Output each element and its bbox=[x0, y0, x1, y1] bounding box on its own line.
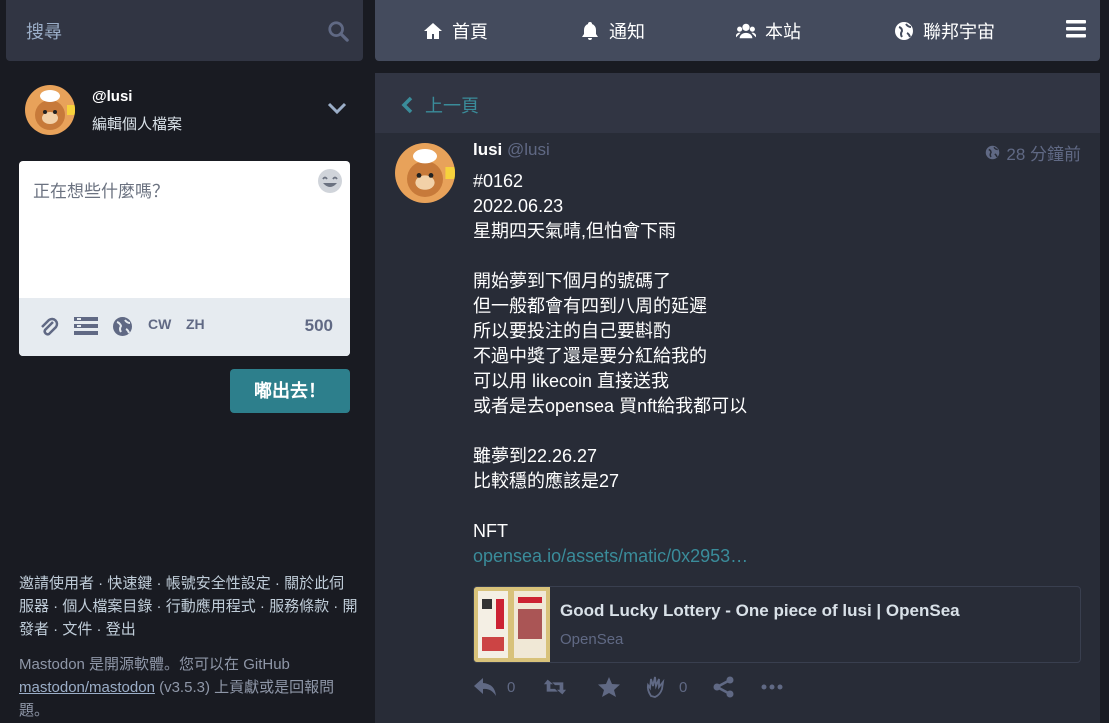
about-prefix: Mastodon 是開源軟體。您可以在 GitHub bbox=[19, 656, 290, 673]
link-invite[interactable]: 邀請使用者 bbox=[19, 575, 94, 592]
boost-button[interactable] bbox=[543, 676, 567, 698]
tabs-bar: 首頁 通知 本站 聯邦宇宙 bbox=[375, 0, 1100, 61]
language-button[interactable]: ZH bbox=[186, 316, 205, 332]
navigation-bar: @lusi 編輯個人檔案 bbox=[25, 85, 355, 137]
paragraph: 開始夢到下個月的號碼了 但一般都會有四到八周的延遲 所以要投注的自己要斟酌 不過… bbox=[473, 269, 1083, 419]
globe-icon bbox=[895, 22, 913, 40]
time-label: 28 分鐘前 bbox=[1006, 145, 1081, 164]
link-docs[interactable]: 文件 bbox=[62, 621, 92, 638]
text-line: 但一般都會有四到八周的延遲 bbox=[473, 296, 707, 316]
card-site: OpenSea bbox=[560, 631, 624, 648]
tab-notifications-label: 通知 bbox=[609, 22, 645, 42]
text-line: 或者是去opensea 買nft給我都可以 bbox=[473, 396, 748, 416]
text-line: #0162 bbox=[473, 171, 524, 191]
text-line: NFT bbox=[473, 521, 508, 541]
text-line: 比較穩的應該是27 bbox=[473, 471, 620, 491]
back-label: 上一頁 bbox=[425, 96, 479, 116]
post-timestamp[interactable]: 28 分鐘前 bbox=[985, 140, 1081, 165]
content-warning-button[interactable]: CW bbox=[148, 316, 171, 332]
tab-notifications[interactable]: 通知 bbox=[580, 18, 645, 44]
reply-count: 0 bbox=[507, 678, 516, 696]
paragraph: 雖夢到22.26.27 比較穩的應該是27 bbox=[473, 444, 1083, 494]
poll-icon[interactable] bbox=[74, 317, 98, 335]
repo-link[interactable]: mastodon/mastodon bbox=[19, 679, 155, 696]
publish-button[interactable]: 嘟出去！ bbox=[230, 369, 350, 413]
emoji-reaction-count: 0 bbox=[679, 678, 688, 696]
link-logout[interactable]: 登出 bbox=[106, 621, 136, 638]
text-line: 所以要投注的自己要斟酌 bbox=[473, 321, 671, 341]
card-title: Good Lucky Lottery - One piece of lusi |… bbox=[560, 601, 960, 620]
post-avatar[interactable] bbox=[395, 143, 455, 203]
column-header: 上一頁 bbox=[375, 73, 1100, 133]
back-button[interactable]: 上一頁 bbox=[401, 92, 479, 118]
chevron-left-icon bbox=[401, 96, 413, 114]
footer-about: Mastodon 是開源軟體。您可以在 GitHub mastodon/mast… bbox=[19, 653, 359, 722]
link-apps[interactable]: 行動應用程式 bbox=[166, 598, 256, 615]
character-counter: 500 bbox=[304, 316, 333, 335]
link-terms[interactable]: 服務條款 bbox=[269, 598, 329, 615]
text-line: 可以用 likecoin 直接送我 bbox=[473, 371, 670, 391]
compose-textarea[interactable]: 正在想些什麼嗎？ bbox=[33, 177, 169, 202]
text-line: 不過中獎了還是要分紅給我的 bbox=[473, 346, 707, 366]
display-name[interactable]: lusi bbox=[473, 140, 502, 160]
text-line: 雖夢到22.26.27 bbox=[473, 446, 598, 466]
home-icon bbox=[424, 23, 442, 39]
paperclip-icon[interactable] bbox=[39, 316, 59, 338]
status-content: #0162 2022.06.23 星期四天氣晴,但怕會下雨 開始夢到下個月的號碼… bbox=[473, 169, 1083, 594]
tab-local[interactable]: 本站 bbox=[736, 18, 801, 44]
hand-icon bbox=[646, 676, 665, 698]
link-hotkeys[interactable]: 快速鍵 bbox=[107, 575, 152, 592]
tab-local-label: 本站 bbox=[765, 22, 801, 42]
card-thumbnail bbox=[474, 587, 550, 662]
compose-form: 正在想些什麼嗎？ CW ZH 500 bbox=[19, 161, 350, 356]
reply-icon bbox=[474, 678, 496, 696]
edit-profile-link[interactable]: 編輯個人檔案 bbox=[92, 113, 182, 134]
more-button[interactable] bbox=[760, 676, 784, 698]
account-handle[interactable]: @lusi bbox=[92, 88, 132, 105]
globe-icon bbox=[986, 145, 1000, 160]
tab-federated-label: 聯邦宇宙 bbox=[923, 22, 995, 42]
boost-icon bbox=[543, 679, 567, 695]
paragraph: NFT opensea.io/assets/matic/0x2953… bbox=[473, 519, 1083, 569]
text-line: 開始夢到下個月的號碼了 bbox=[473, 271, 671, 291]
reply-button[interactable]: 0 bbox=[473, 676, 515, 698]
status-detail-column: 上一頁 lusi @lusi 28 分鐘前 #0162 2022.06.23 星… bbox=[375, 73, 1100, 723]
action-bar: 0 0 bbox=[473, 676, 803, 700]
users-icon bbox=[736, 23, 756, 39]
hamburger-icon[interactable] bbox=[1066, 20, 1086, 38]
emoji-picker-icon[interactable] bbox=[316, 167, 344, 195]
globe-icon[interactable] bbox=[112, 316, 133, 337]
avatar[interactable] bbox=[25, 85, 75, 135]
ellipsis-icon bbox=[761, 684, 783, 690]
tab-federated[interactable]: 聯邦宇宙 bbox=[894, 18, 995, 44]
star-icon bbox=[598, 677, 620, 697]
favourite-button[interactable] bbox=[597, 676, 621, 698]
text-line: 星期四天氣晴,但怕會下雨 bbox=[473, 221, 676, 241]
link-directory[interactable]: 個人檔案目錄 bbox=[62, 598, 152, 615]
footer-links: 邀請使用者 · 快速鍵 · 帳號安全性設定 · 關於此伺服器 · 個人檔案目錄 … bbox=[19, 575, 358, 638]
bell-icon bbox=[582, 22, 598, 40]
search-box[interactable]: 搜尋 bbox=[6, 0, 363, 61]
tab-home-label: 首頁 bbox=[452, 22, 488, 42]
compose-toolbar: CW ZH 500 bbox=[19, 298, 350, 356]
chevron-down-icon[interactable] bbox=[327, 101, 347, 115]
opensea-link[interactable]: opensea.io/assets/matic/0x2953… bbox=[473, 546, 748, 566]
text-line: 2022.06.23 bbox=[473, 196, 564, 216]
emoji-reaction-button[interactable]: 0 bbox=[645, 676, 687, 698]
paragraph: #0162 2022.06.23 星期四天氣晴,但怕會下雨 bbox=[473, 169, 1083, 244]
share-icon bbox=[713, 676, 734, 698]
share-button[interactable] bbox=[712, 676, 736, 698]
link-security[interactable]: 帳號安全性設定 bbox=[166, 575, 271, 592]
post-handle[interactable]: @lusi bbox=[507, 140, 550, 160]
link-preview-card[interactable]: Good Lucky Lottery - One piece of lusi |… bbox=[473, 586, 1081, 663]
search-icon[interactable] bbox=[327, 20, 349, 42]
search-input[interactable]: 搜尋 bbox=[26, 18, 62, 44]
tab-home[interactable]: 首頁 bbox=[423, 18, 488, 44]
